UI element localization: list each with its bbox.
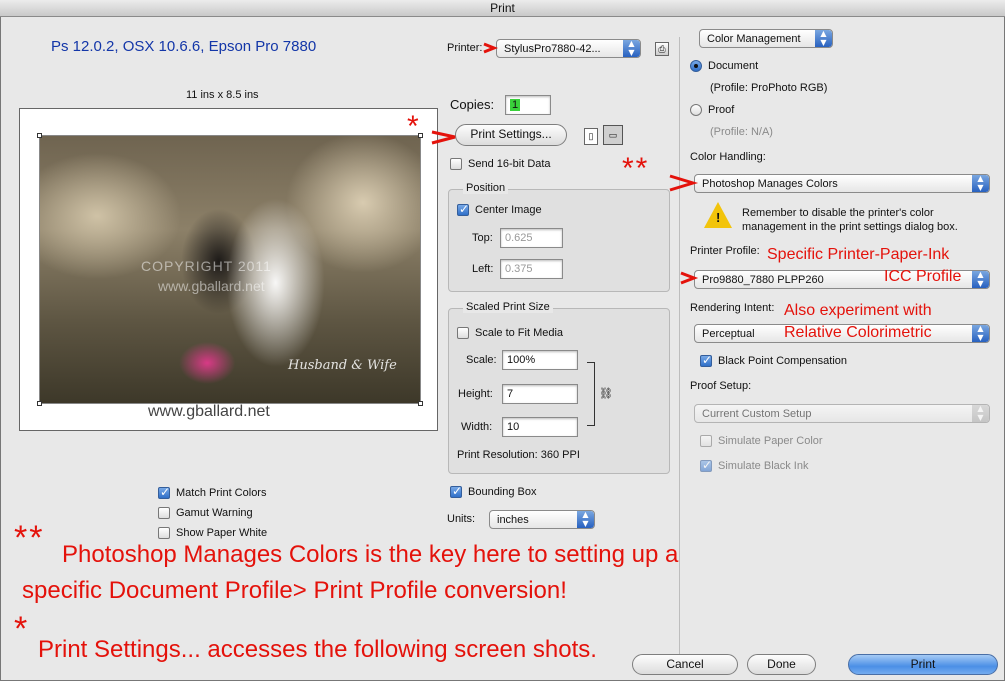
annotation-icc-profile: ICC Profile: [884, 268, 962, 285]
annotation-arrow-color-handling: [669, 174, 699, 192]
note-line-2: specific Document Profile> Print Profile…: [22, 577, 567, 604]
note-star: *: [14, 610, 28, 648]
note-line-3: Print Settings... accesses the following…: [38, 636, 597, 663]
annotation-printer-paper-ink: Specific Printer-Paper-Ink: [767, 246, 950, 263]
note-double-star: **: [14, 519, 45, 557]
annotation-arrow-printer: [483, 42, 499, 54]
annotation-also-experiment: Also experiment with: [784, 302, 932, 319]
annotation-double-star: **: [622, 152, 650, 185]
annotation-relative-colorimetric: Relative Colorimetric: [784, 324, 932, 341]
annotation-star: *: [407, 110, 419, 143]
note-line-1: Photoshop Manages Colors is the key here…: [62, 541, 679, 568]
annotation-arrow-print-settings: [431, 130, 456, 145]
annotation-arrow-printer-profile: [680, 271, 699, 285]
